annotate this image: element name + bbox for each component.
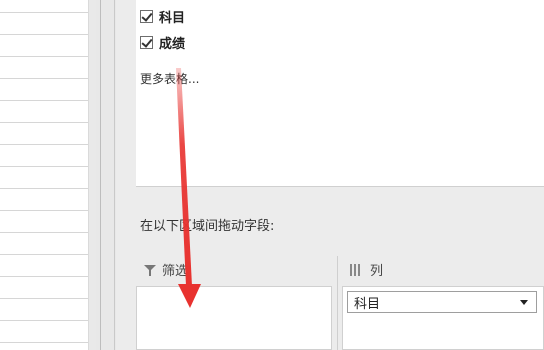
grid-row-line: [0, 276, 96, 277]
grid-row-line: [0, 188, 96, 189]
filter-drop-zone[interactable]: [136, 286, 332, 350]
grid-row-line: [0, 320, 96, 321]
grid-row-line: [0, 254, 96, 255]
field-checkbox[interactable]: [140, 9, 153, 23]
field-item-subject[interactable]: 科目: [140, 6, 185, 26]
filter-area-header: 筛选: [144, 260, 188, 279]
grid-row-line: [0, 56, 96, 57]
field-list: 科目 成绩 更多表格...: [136, 0, 544, 187]
grid-row-line: [0, 232, 96, 233]
columns-area-header: 列: [350, 260, 383, 279]
pane-splitter[interactable]: [96, 0, 116, 350]
grid-row-line: [0, 298, 96, 299]
spreadsheet-grid[interactable]: [0, 0, 96, 350]
field-item-score[interactable]: 成绩: [140, 32, 185, 52]
chevron-down-icon[interactable]: [520, 299, 528, 305]
grid-row-line: [0, 122, 96, 123]
filter-icon: [144, 264, 156, 276]
columns-area-label: 列: [370, 264, 384, 279]
column-field-label: 科目: [354, 296, 381, 312]
more-tables-link[interactable]: 更多表格...: [140, 70, 199, 87]
filter-area-label: 筛选: [162, 264, 189, 279]
field-label: 科目: [159, 10, 186, 26]
field-label: 成绩: [159, 36, 186, 52]
column-field-subject[interactable]: 科目: [347, 291, 537, 313]
grid-row-line: [0, 166, 96, 167]
pivot-field-pane: 科目 成绩 更多表格... 在以下区域间拖动字段: 筛选 列 科目: [116, 0, 544, 350]
splitter-line: [100, 0, 101, 350]
splitter-line: [114, 0, 115, 350]
grid-row-line: [0, 342, 96, 343]
area-divider: [337, 256, 338, 350]
sheet-scrollbar[interactable]: [88, 0, 96, 350]
columns-drop-zone[interactable]: 科目: [342, 286, 544, 350]
grid-row-line: [0, 12, 96, 13]
grid-row-line: [0, 78, 96, 79]
grid-row-line: [0, 34, 96, 35]
grid-row-line: [0, 144, 96, 145]
grid-row-line: [0, 210, 96, 211]
columns-icon: [350, 263, 364, 276]
grid-row-line: [0, 100, 96, 101]
field-checkbox[interactable]: [140, 35, 153, 49]
drag-instruction: 在以下区域间拖动字段:: [140, 219, 275, 234]
